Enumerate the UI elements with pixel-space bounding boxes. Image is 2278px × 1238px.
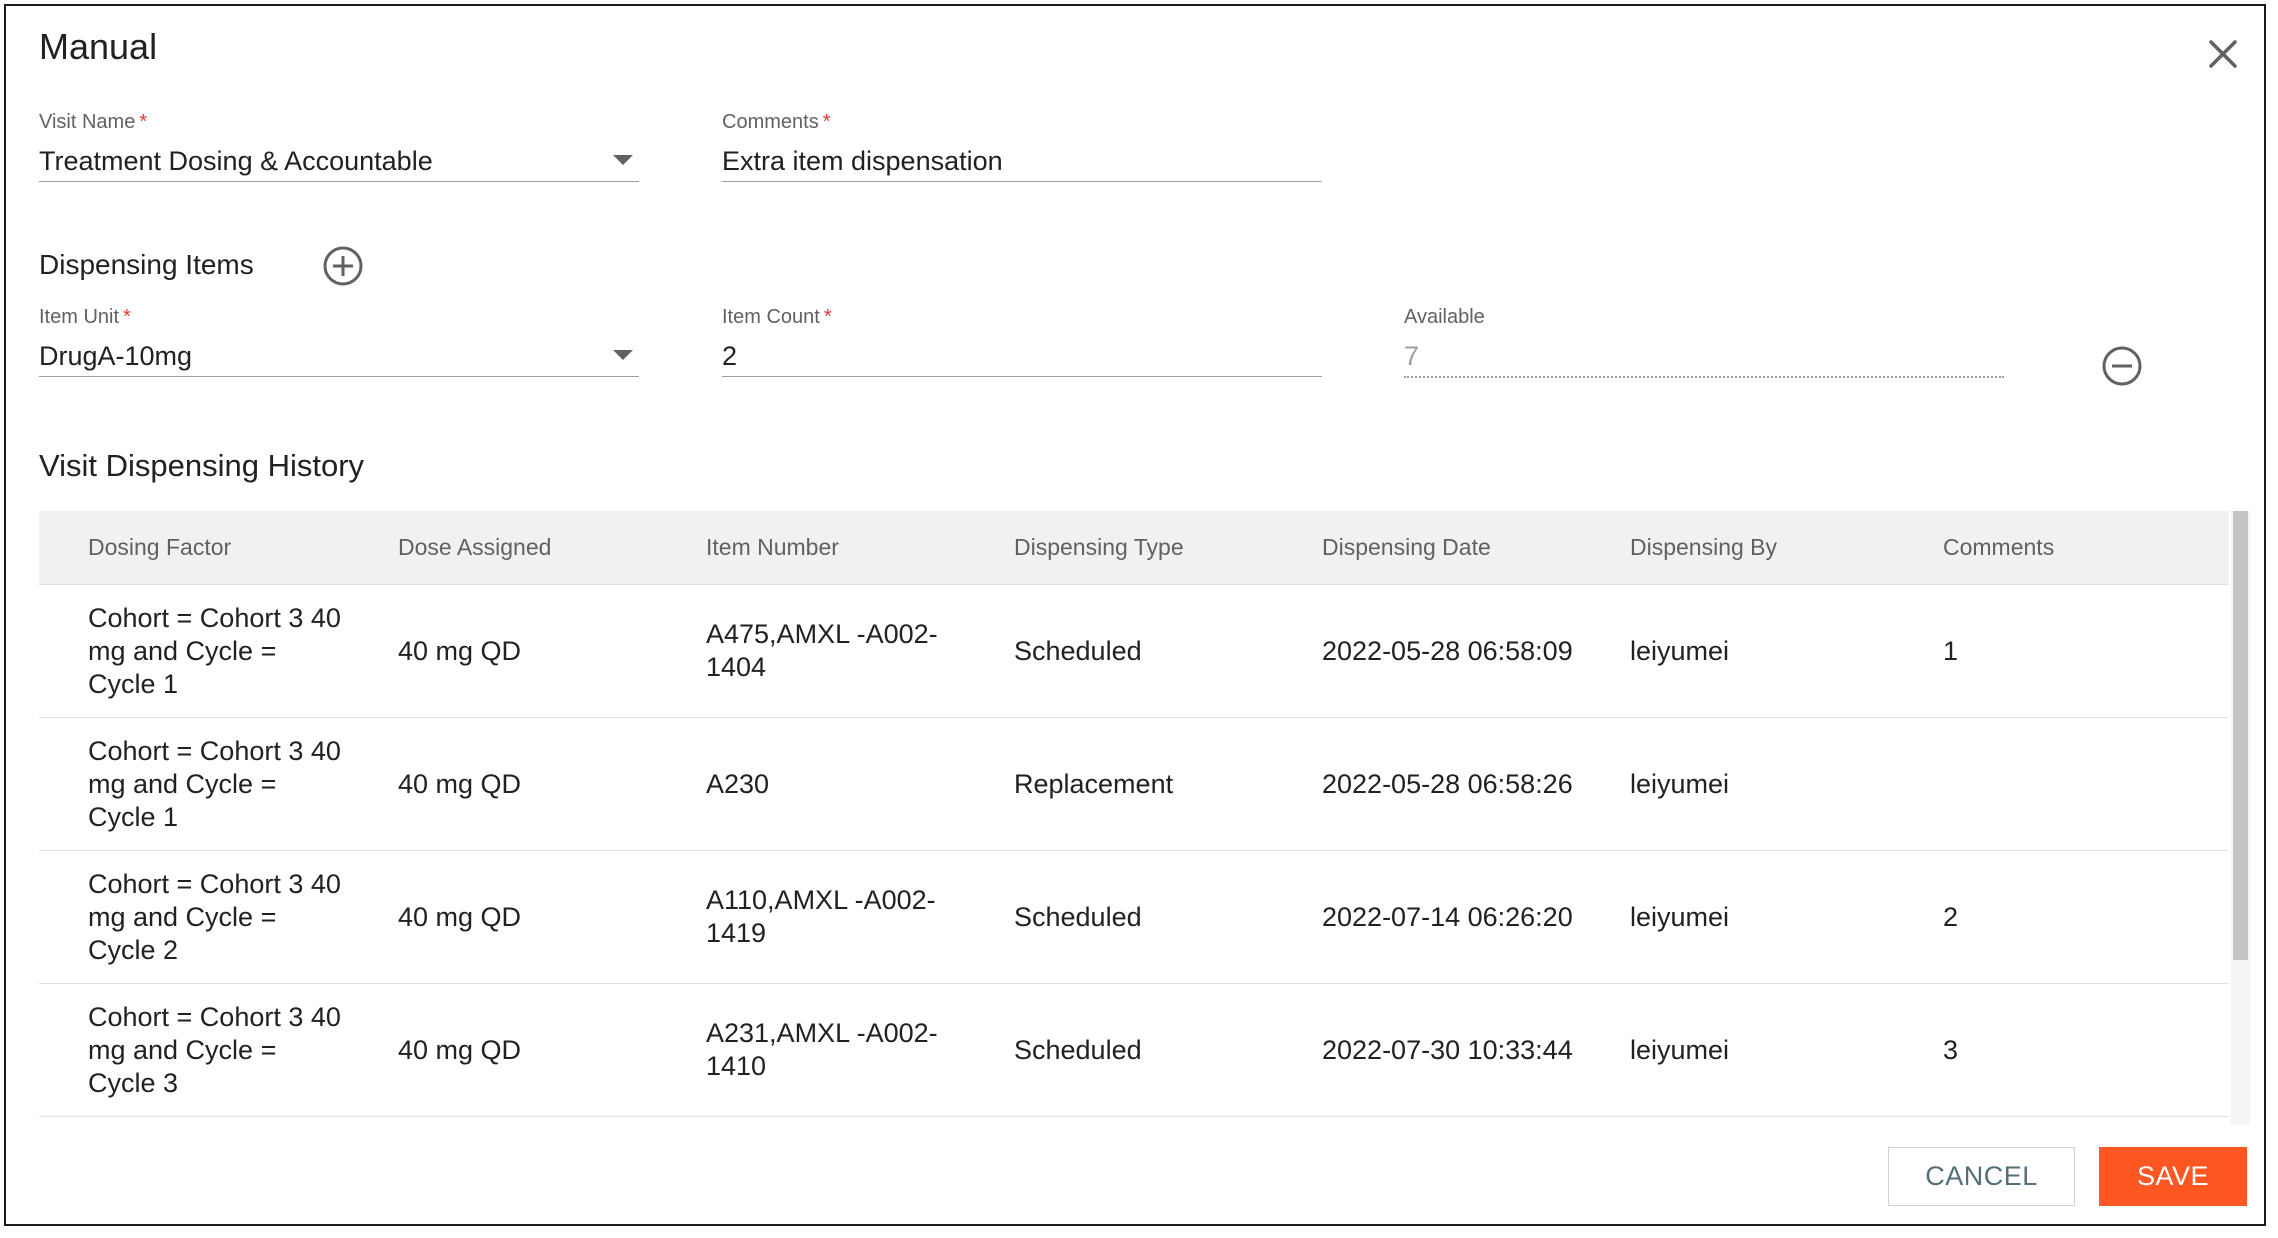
dose-assigned-cell: 40 mg QD [398, 635, 522, 666]
dispensing-date-cell: 2022-05-28 06:58:26 [1322, 768, 1573, 799]
visit-name-label: Visit Name [39, 111, 136, 133]
comments-label: Comments [722, 111, 819, 133]
comments-input[interactable]: Extra item dispensation [722, 141, 1322, 182]
comments-value: Extra item dispensation [722, 146, 1003, 176]
dispensing-by-cell: leiyumei [1630, 1034, 1730, 1065]
dispensing-type-cell: Scheduled [1014, 1034, 1142, 1065]
dose-assigned-cell: 40 mg QD [398, 901, 522, 932]
table-row[interactable]: Cohort = Cohort 3 40 mg and Cycle = Cycl… [39, 718, 2229, 851]
dosing-factor-cell: Cohort = Cohort 3 40 mg and Cycle = Cycl… [88, 868, 341, 965]
visit-name-value: Treatment Dosing & Accountable [39, 146, 433, 176]
comments-field: Comments * Extra item dispensation [722, 109, 1322, 182]
item-unit-value: DrugA-10mg [39, 341, 193, 371]
column-header-dispensing-type[interactable]: Dispensing Type [1014, 511, 1184, 584]
item-number-cell: A110,AMXL -A002- 1419 [706, 885, 936, 948]
table-row[interactable]: Cohort = Cohort 3 40 mg and Cycle = Cycl… [39, 851, 2229, 984]
dose-assigned-cell: 40 mg QD [398, 1034, 522, 1065]
dispensing-by-cell: leiyumei [1630, 901, 1730, 932]
dose-assigned-cell: 40 mg QD [398, 768, 522, 799]
dispensing-type-cell: Scheduled [1014, 635, 1142, 666]
available-label: Available [1404, 306, 1485, 328]
dispensing-date-cell: 2022-07-30 10:33:44 [1322, 1034, 1573, 1065]
visit-dispensing-history-title: Visit Dispensing History [39, 448, 365, 483]
required-mark: * [139, 111, 148, 133]
dosing-factor-cell: Cohort = Cohort 3 40 mg and Cycle = Cycl… [88, 602, 341, 699]
dosing-factor-cell: Cohort = Cohort 3 40 mg and Cycle = Cycl… [88, 735, 341, 832]
available-field: Available 7 [1404, 304, 2004, 378]
table-row[interactable]: Cohort = Cohort 3 40 mg and Cycle = Cycl… [39, 984, 2229, 1117]
column-header-dispensing-by[interactable]: Dispensing By [1630, 511, 1777, 584]
comments-cell: 1 [1943, 635, 1959, 666]
visit-name-select[interactable]: Treatment Dosing & Accountable [39, 141, 639, 182]
add-circle-icon[interactable] [321, 244, 365, 288]
dialog-title: Manual [39, 26, 158, 67]
dropdown-arrow-icon [613, 155, 633, 165]
dispensing-by-cell: leiyumei [1630, 635, 1730, 666]
dosing-factor-cell: Cohort = Cohort 3 40 mg and Cycle = Cycl… [88, 1001, 341, 1098]
cancel-button[interactable]: CANCEL [1888, 1147, 2075, 1206]
manual-dispensing-dialog: Manual Visit Name * Treatment Dosing & Ac… [4, 4, 2266, 1226]
item-number-cell: A230 [706, 768, 770, 799]
save-button[interactable]: SAVE [2099, 1147, 2247, 1206]
close-icon[interactable] [2201, 32, 2245, 76]
column-header-dosing-factor[interactable]: Dosing Factor [88, 511, 231, 584]
column-header-comments[interactable]: Comments [1943, 511, 2054, 584]
item-unit-field: Item Unit * DrugA-10mg [39, 304, 639, 377]
table-header: Dosing Factor Dose Assigned Item Number … [39, 511, 2229, 585]
dispensing-items-title: Dispensing Items [39, 249, 254, 280]
dispensing-type-cell: Scheduled [1014, 901, 1142, 932]
item-unit-select[interactable]: DrugA-10mg [39, 336, 639, 377]
item-count-input[interactable]: 2 [722, 336, 1322, 377]
dropdown-arrow-icon [613, 350, 633, 360]
remove-circle-icon[interactable] [2100, 344, 2144, 388]
item-count-field: Item Count * 2 [722, 304, 1322, 377]
item-number-cell: A475,AMXL -A002- 1404 [706, 619, 938, 682]
item-unit-label: Item Unit [39, 306, 120, 328]
required-mark: * [823, 306, 832, 328]
table-row[interactable]: Cohort = Cohort 3 40 mg and Cycle = Cycl… [39, 585, 2229, 718]
dispensing-history-table: Dosing Factor Dose Assigned Item Number … [39, 511, 2250, 1125]
table-scrollbar[interactable] [2231, 511, 2250, 1125]
required-mark: * [123, 306, 131, 328]
item-count-label: Item Count [722, 306, 820, 328]
comments-cell: 3 [1943, 1034, 1959, 1065]
item-number-cell: A231,AMXL -A002- 1410 [706, 1018, 938, 1081]
item-count-value: 2 [722, 341, 738, 371]
dispensing-type-cell: Replacement [1014, 768, 1174, 799]
comments-cell: 2 [1943, 901, 1959, 932]
scrollbar-thumb[interactable] [2233, 511, 2248, 960]
dispensing-date-cell: 2022-07-14 06:26:20 [1322, 901, 1573, 932]
dispensing-by-cell: leiyumei [1630, 768, 1730, 799]
visit-name-field: Visit Name * Treatment Dosing & Accountab… [39, 109, 639, 182]
column-header-dispensing-date[interactable]: Dispensing Date [1322, 511, 1491, 584]
available-value: 7 [1404, 336, 2004, 378]
required-mark: * [822, 111, 831, 133]
dispensing-date-cell: 2022-05-28 06:58:09 [1322, 635, 1573, 666]
column-header-item-number[interactable]: Item Number [706, 511, 839, 584]
column-header-dose-assigned[interactable]: Dose Assigned [398, 511, 551, 584]
